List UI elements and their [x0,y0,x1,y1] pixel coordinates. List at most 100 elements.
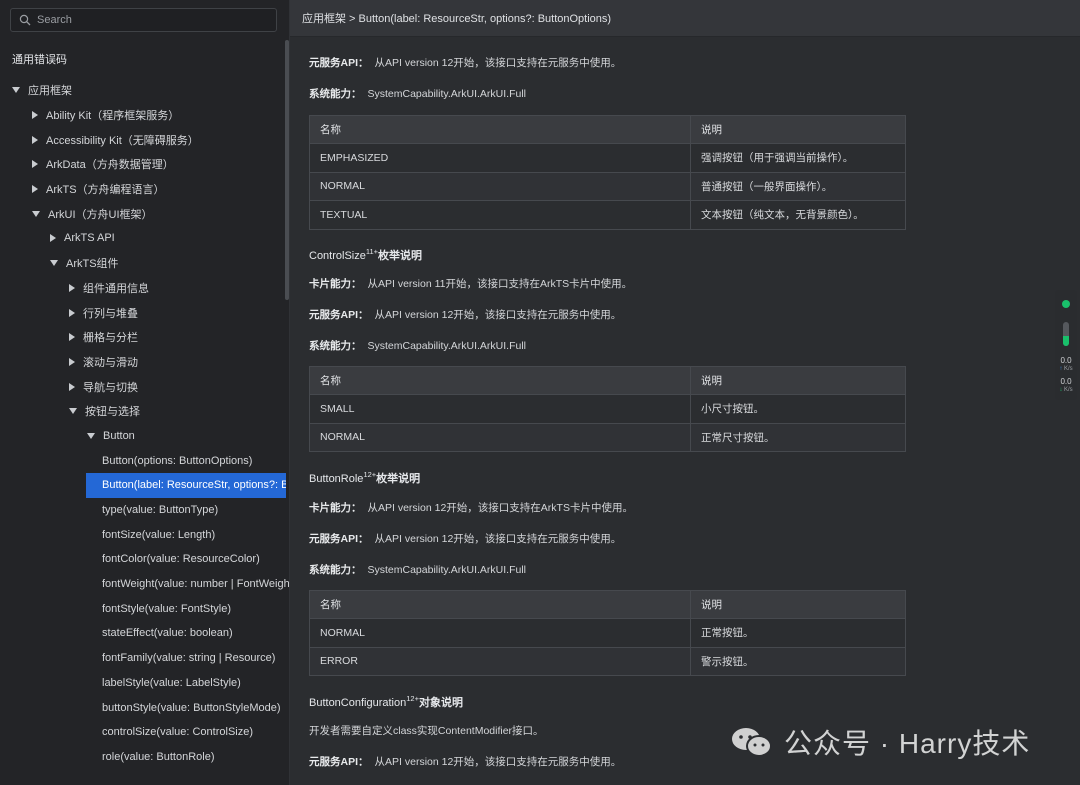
tree-folder-item[interactable]: Button [0,424,289,449]
tree-folder-item[interactable]: ArkData（方舟数据管理） [0,152,289,177]
sys-label: 系统能力： [309,88,362,100]
system-capability-note: 系统能力： SystemCapability.ArkUI.ArkUI.Full [309,338,526,353]
meta-label: 元服务API： [309,57,369,69]
section-heading-buttonconfiguration: ButtonConfiguration12+对象说明 [309,694,463,710]
wechat-logo-icon [730,725,774,759]
meta-label: 元服务API： [309,756,369,768]
sidebar-scrollbar[interactable] [285,40,289,300]
button-type-table: 名称 说明 EMPHASIZED 强调按钮（用于强调当前操作）。 NORMAL 普通按… [309,115,906,230]
caret-down-icon[interactable] [69,408,77,415]
card-capability-note: 卡片能力： 从API version 11开始，该接口支持在ArkTS卡片中使用。 [309,276,632,291]
table-row: TEXTUAL 文本按钮（纯文本，无背景颜色）。 [309,200,906,230]
table-header: 名称 [309,366,691,395]
tree-folder-item[interactable]: 应用框架 [0,78,289,103]
caret-right-icon[interactable] [32,111,38,120]
caret-down-icon[interactable] [12,87,20,94]
watermark-text: 公众号 · Harry技术 [784,728,1031,759]
buttonrole-table: 名称 说明 NORMAL 正常按钮。 ERROR 警示按钮。 [309,590,906,676]
table-header: 说明 [690,366,906,395]
meta-text: 从API version 12开始，该接口支持在元服务中使用。 [374,756,622,768]
tree-item-label: 栅格与分栏 [83,332,138,345]
tree-item-label: ArkTS组件 [66,258,119,271]
usage-bar [1063,322,1069,346]
tree-item-label: ArkUI（方舟UI框架） [48,208,153,221]
tree-folder-item[interactable]: 组件通用信息 [0,276,289,301]
sys-label: 系统能力： [309,564,362,576]
table-header: 说明 [690,115,906,144]
heading-suffix: 对象说明 [418,697,463,709]
caret-right-icon[interactable] [32,160,38,169]
heading-suffix: 枚举说明 [376,473,421,485]
search-icon [19,14,31,26]
caret-right-icon[interactable] [32,185,38,194]
tree-item-label: stateEffect(value: boolean) [102,627,233,640]
heading-title: ButtonRole [309,473,364,485]
heading-title: ControlSize [309,250,366,262]
tree-item-label: Ability Kit（程序框架服务） [46,110,180,123]
card-label: 卡片能力： [309,278,362,290]
tree-item-label: ArkTS API [64,232,115,245]
tree-leaf-item[interactable]: fontColor(value: ResourceColor) [0,547,289,572]
table-header: 说明 [690,590,906,619]
tree-item-label: Button(options: ButtonOptions) [102,454,253,467]
section-heading-buttonrole: ButtonRole12+枚举说明 [309,470,420,486]
tree-folder-item[interactable]: 按钮与选择 [0,399,289,424]
tree-leaf-item[interactable]: role(value: ButtonRole) [0,745,289,770]
tree-leaf-item[interactable]: Button(options: ButtonOptions) [0,448,289,473]
tree-folder-item[interactable]: ArkTS（方舟编程语言） [0,177,289,202]
table-cell: NORMAL [309,422,691,452]
tree-item-label: fontStyle(value: FontStyle) [102,602,232,615]
caret-right-icon[interactable] [69,283,75,292]
tree-folder-item[interactable]: 导航与切换 [0,374,289,399]
tree-folder-item[interactable]: 行列与堆叠 [0,300,289,325]
tree-item-label: Button(label: ResourceStr, options?: Bu [102,479,286,492]
tree-leaf-item[interactable]: controlSize(value: ControlSize) [0,720,289,745]
caret-right-icon[interactable] [50,234,56,243]
table-header: 名称 [309,115,691,144]
tree-leaf-item[interactable]: buttonStyle(value: ButtonStyleMode) [0,695,289,720]
system-capability-note: 系统能力： SystemCapability.ArkUI.ArkUI.Full [309,86,526,101]
caret-right-icon[interactable] [69,333,75,342]
table-cell: NORMAL [309,618,691,648]
table-row: ERROR 警示按钮。 [309,646,906,676]
network-speed-widget[interactable]: 0.0 ↑ K/s 0.0 ↓ K/s [1055,290,1077,400]
sidebar-item-common-error-codes[interactable]: 通用错误码 [12,51,67,67]
caret-down-icon[interactable] [32,210,40,217]
caret-down-icon[interactable] [87,432,95,439]
table-cell: 正常按钮。 [690,618,906,648]
tree-item-label: buttonStyle(value: ButtonStyleMode) [102,701,281,714]
tree-item-label: ArkTS（方舟编程语言） [46,184,165,197]
tree-item-label: 导航与切换 [83,381,138,394]
tree-leaf-item[interactable]: labelStyle(value: LabelStyle) [0,671,289,696]
tree-leaf-item[interactable]: fontFamily(value: string | Resource) [0,646,289,671]
caret-right-icon[interactable] [69,357,75,366]
tree-folder-item[interactable]: ArkUI（方舟UI框架） [0,201,289,226]
table-cell: 小尺寸按钮。 [690,394,906,424]
tree-folder-item[interactable]: Accessibility Kit（无障碍服务） [0,127,289,152]
table-cell: TEXTUAL [309,200,691,230]
tree-item-label: labelStyle(value: LabelStyle) [102,676,241,689]
description-text: 开发者需要自定义class实现ContentModifier接口。 [309,725,544,737]
meta-service-note: 元服务API： 从API version 12开始，该接口支持在元服务中使用。 [309,754,621,769]
caret-right-icon[interactable] [32,135,38,144]
tree-folder-item[interactable]: 滚动与滑动 [0,350,289,375]
tree-leaf-item[interactable]: stateEffect(value: boolean) [0,621,289,646]
tree-item-label: controlSize(value: ControlSize) [102,726,254,739]
tree-leaf-item[interactable]: type(value: ButtonType) [0,498,289,523]
tree-folder-item[interactable]: ArkTS API [0,226,289,251]
tree-leaf-item[interactable]: fontWeight(value: number | FontWeigh [0,572,289,597]
tree-item-label: 滚动与滑动 [83,356,138,369]
tree-leaf-item[interactable]: fontSize(value: Length) [0,522,289,547]
tree-leaf-item[interactable]: Button(label: ResourceStr, options?: Bu [86,473,286,498]
tree-folder-item[interactable]: Ability Kit（程序框架服务） [0,103,289,128]
search-input[interactable]: Search [10,8,277,32]
tree-folder-item[interactable]: ArkTS组件 [0,251,289,276]
tree-leaf-item[interactable]: fontStyle(value: FontStyle) [0,596,289,621]
table-header: 名称 [309,590,691,619]
caret-right-icon[interactable] [69,382,75,391]
download-speed: 0.0 [1060,377,1072,386]
caret-down-icon[interactable] [50,260,58,267]
tree-folder-item[interactable]: 栅格与分栏 [0,325,289,350]
caret-right-icon[interactable] [69,308,75,317]
status-dot-icon [1062,300,1070,308]
